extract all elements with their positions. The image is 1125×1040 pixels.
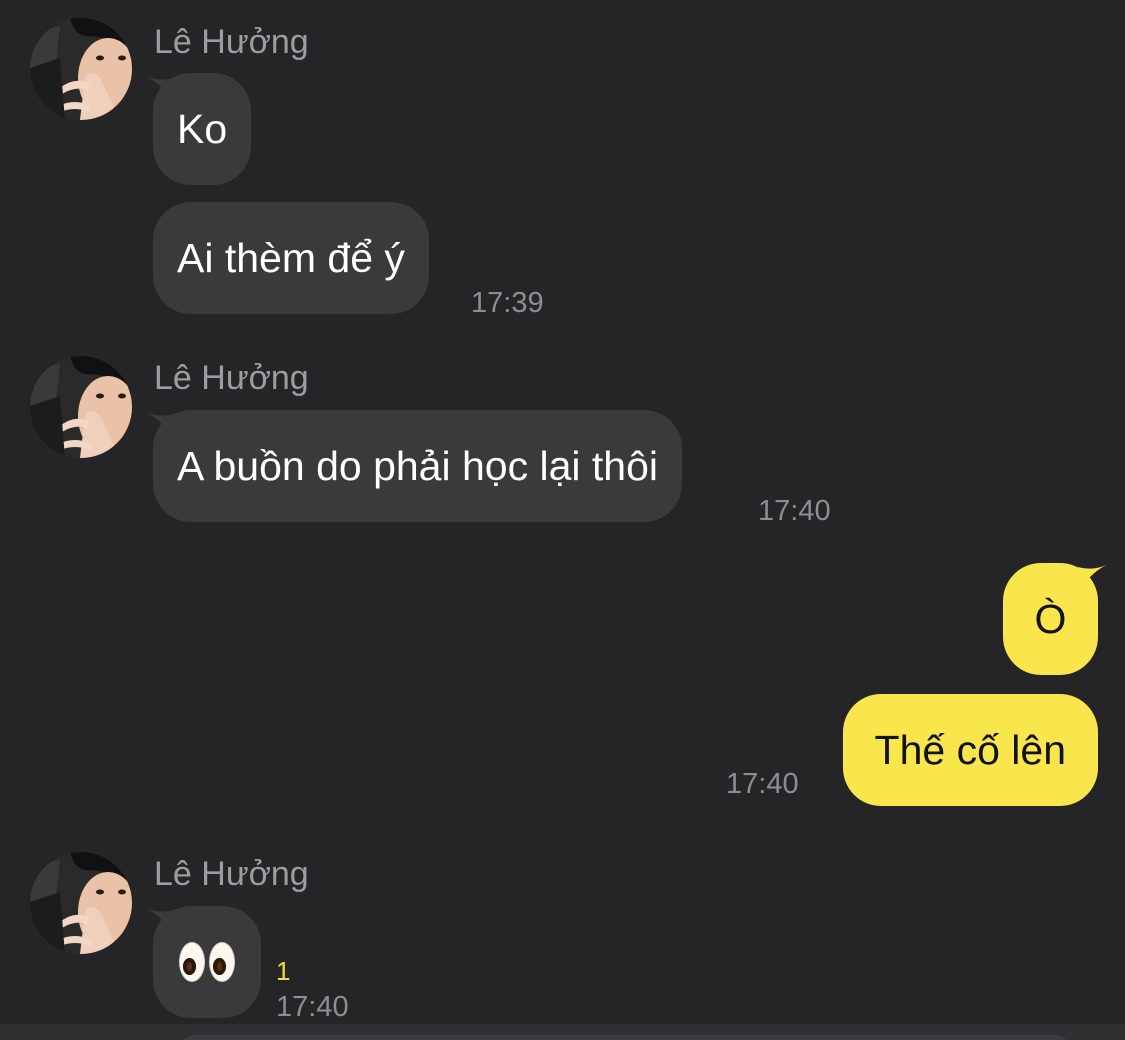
sender-avatar[interactable] [30,356,132,458]
message-bubble[interactable]: Ai thèm để ý [153,202,429,314]
message-text: Ai thèm để ý [177,234,405,281]
eyes-emoji-icon [179,942,235,982]
sender-avatar[interactable] [30,852,132,954]
message-input-field[interactable] [180,1035,1070,1040]
message-timestamp: 17:40 [758,495,831,527]
message-bubble[interactable]: Ko [153,73,252,185]
message-bubble[interactable]: A buồn do phải học lại thôi [153,410,682,522]
sender-avatar[interactable] [30,18,132,120]
message-text: Ò [1034,595,1067,642]
message-text: A buồn do phải học lại thôi [177,442,658,489]
emoji-message-bubble[interactable] [153,906,261,1018]
sender-name: Lê Hưởng [154,23,309,61]
message-timestamp: 17:39 [471,287,544,319]
chat-thread: Lê Hưởng Ko Ai thèm để ý 17:39 Lê Hưởng … [0,0,1125,1040]
message-bubble[interactable]: Ò [1003,563,1098,675]
message-text: Ko [177,105,228,152]
unread-count-badge: 1 [276,956,291,986]
message-text: Thế cố lên [874,726,1066,773]
sender-name: Lê Hưởng [154,359,309,397]
sender-name: Lê Hưởng [154,855,309,893]
message-bubble[interactable]: Thế cố lên [842,694,1098,806]
message-timestamp: 17:40 [276,991,349,1023]
message-timestamp: 17:40 [726,768,799,800]
